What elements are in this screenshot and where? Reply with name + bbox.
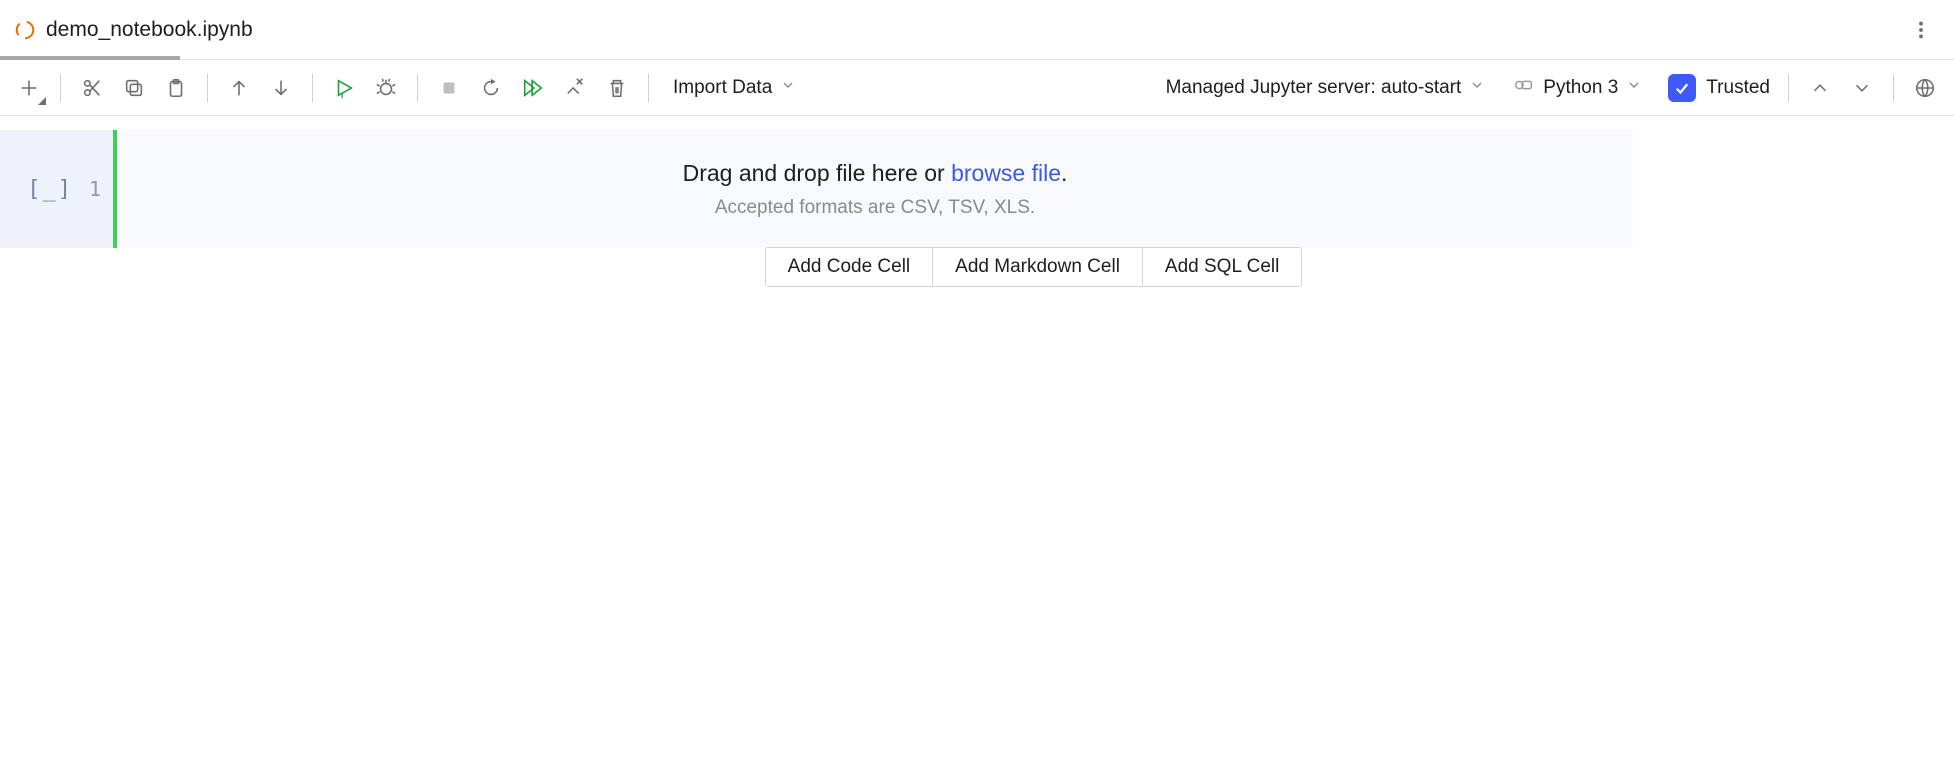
move-cell-down-button[interactable] xyxy=(262,69,300,107)
dropzone-prompt-suffix: . xyxy=(1061,160,1067,186)
add-sql-cell-button[interactable]: Add SQL Cell xyxy=(1143,248,1301,286)
trusted-indicator[interactable]: Trusted xyxy=(1668,74,1776,102)
python-icon xyxy=(1513,74,1535,102)
run-all-button[interactable] xyxy=(514,69,552,107)
separator xyxy=(417,74,418,102)
close-tab-button[interactable] xyxy=(263,17,289,43)
expand-down-button[interactable] xyxy=(1843,69,1881,107)
jupyter-server-selector[interactable]: Managed Jupyter server: auto-start xyxy=(1154,69,1498,107)
kernel-label: Python 3 xyxy=(1543,77,1618,99)
globe-button[interactable] xyxy=(1906,69,1944,107)
tab-bar: demo_notebook.ipynb xyxy=(0,0,1954,60)
dropzone-prompt-prefix: Drag and drop file here or xyxy=(683,160,952,186)
line-number: 1 xyxy=(89,177,101,201)
dropzone-prompt: Drag and drop file here or browse file. xyxy=(683,160,1068,187)
add-cell-button[interactable] xyxy=(10,69,48,107)
copy-button[interactable] xyxy=(115,69,153,107)
more-menu-button[interactable] xyxy=(1902,11,1940,49)
check-icon xyxy=(1668,74,1696,102)
jupyter-file-icon xyxy=(14,19,36,41)
debug-button[interactable] xyxy=(367,69,405,107)
kernel-selector[interactable]: Python 3 xyxy=(1501,69,1654,107)
paste-button[interactable] xyxy=(157,69,195,107)
trusted-label: Trusted xyxy=(1706,77,1770,99)
tab-filename: demo_notebook.ipynb xyxy=(46,18,253,42)
jupyter-server-label: Managed Jupyter server: auto-start xyxy=(1166,77,1462,99)
separator xyxy=(1788,74,1789,102)
add-code-cell-button[interactable]: Add Code Cell xyxy=(766,248,934,286)
separator xyxy=(60,74,61,102)
import-data-button[interactable]: Import Data xyxy=(661,69,808,107)
cell-gutter-row[interactable]: [_] 1 xyxy=(0,130,113,248)
cut-button[interactable] xyxy=(73,69,111,107)
interrupt-button[interactable] xyxy=(430,69,468,107)
restart-kernel-button[interactable] xyxy=(472,69,510,107)
tab-active-indicator xyxy=(0,56,180,60)
chevron-down-icon xyxy=(780,77,796,99)
move-cell-up-button[interactable] xyxy=(220,69,258,107)
chevron-down-icon xyxy=(1626,77,1642,99)
notebook-toolbar: Import Data Managed Jupyter server: auto… xyxy=(0,60,1954,116)
delete-cell-button[interactable] xyxy=(598,69,636,107)
add-cell-toolbar: Add Code Cell Add Markdown Cell Add SQL … xyxy=(765,247,1303,287)
clear-outputs-button[interactable] xyxy=(556,69,594,107)
separator xyxy=(1893,74,1894,102)
separator xyxy=(312,74,313,102)
gutter: [_] 1 xyxy=(0,116,113,288)
separator xyxy=(648,74,649,102)
execution-count: [_] xyxy=(27,177,73,202)
file-tab[interactable]: demo_notebook.ipynb xyxy=(0,0,303,59)
chevron-down-icon xyxy=(1469,77,1485,99)
collapse-up-button[interactable] xyxy=(1801,69,1839,107)
notebook-content: [_] 1 Drag and drop file here or browse … xyxy=(0,116,1954,288)
run-cell-button[interactable] xyxy=(325,69,363,107)
add-markdown-cell-button[interactable]: Add Markdown Cell xyxy=(933,248,1143,286)
file-dropzone[interactable]: Drag and drop file here or browse file. … xyxy=(113,130,1633,248)
separator xyxy=(207,74,208,102)
cell-area: Drag and drop file here or browse file. … xyxy=(113,116,1954,288)
dropzone-accepted-formats: Accepted formats are CSV, TSV, XLS. xyxy=(715,197,1035,219)
browse-file-link[interactable]: browse file xyxy=(951,160,1061,186)
import-data-label: Import Data xyxy=(673,77,772,99)
